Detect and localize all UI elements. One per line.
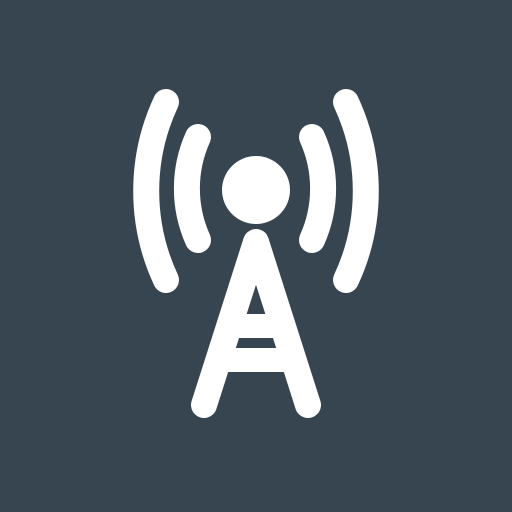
outer-right-wave — [333, 89, 379, 293]
inner-left-wave — [173, 124, 211, 253]
outer-left-wave — [133, 89, 179, 293]
antenna-ball — [222, 156, 290, 224]
app-icon — [0, 0, 512, 512]
radio-tower-icon — [133, 89, 379, 418]
inner-right-wave — [299, 124, 337, 253]
